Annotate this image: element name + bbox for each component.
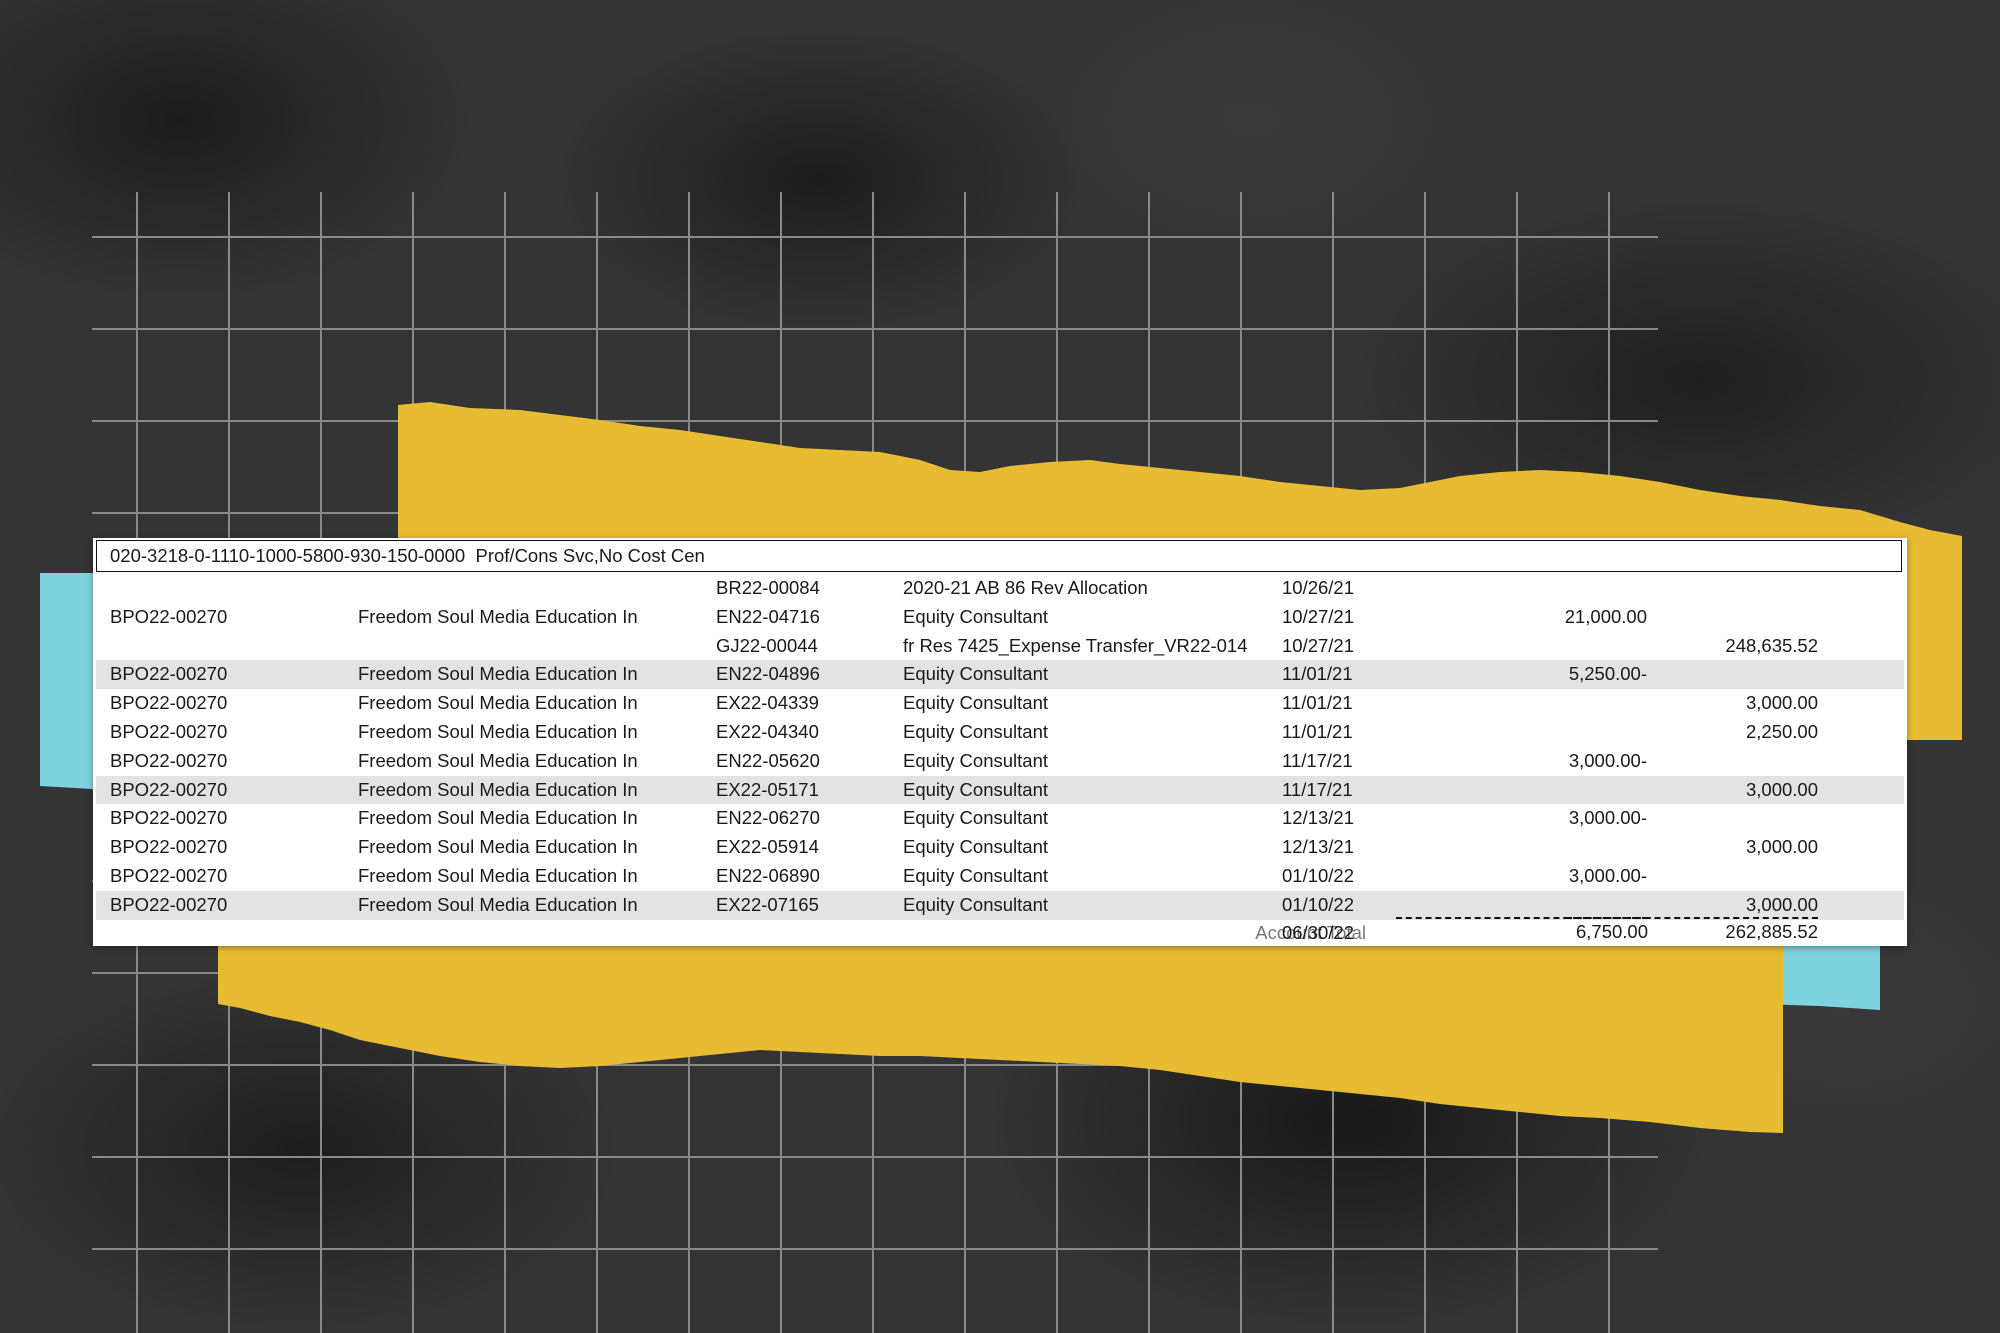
description: Equity Consultant: [903, 749, 1049, 771]
description: 2020-21 AB 86 Rev Allocation: [903, 577, 1148, 598]
reference-number: GJ22-00044: [716, 634, 818, 656]
po-number: BPO22-00270: [110, 605, 228, 627]
date: 11/01/21: [1282, 663, 1353, 685]
description: Equity Consultant: [903, 721, 1049, 742]
date: 10/26/21: [1282, 577, 1355, 598]
date: 11/01/21: [1282, 721, 1353, 742]
po-number: BPO22-00270: [110, 836, 228, 858]
table-row: BPO22-00270 Freedom Soul Media Education …: [96, 890, 1904, 920]
po-number: BPO22-00270: [110, 692, 228, 714]
vendor-name: Freedom Soul Media Education Initiative: [358, 836, 638, 858]
table-row: BPO22-00270 Freedom Soul Media Education …: [96, 804, 1904, 833]
account-total-date: 06/30/22: [1282, 922, 1355, 943]
account-description: Prof/Cons Svc,No Cost Cen: [475, 545, 705, 566]
date: 11/01/21: [1282, 692, 1353, 714]
date: 11/17/21: [1282, 778, 1353, 800]
reference-number: EX22-04340: [716, 721, 819, 742]
date: 12/13/21: [1282, 836, 1355, 858]
po-number: BPO22-00270: [110, 663, 228, 685]
debit-amount: 5,250.00-: [1568, 663, 1647, 685]
credit-amount: 3,000.00: [1745, 778, 1818, 800]
account-total-row: Account Total 06/30/22 6,750.00 262,885.…: [96, 917, 1904, 946]
po-number: BPO22-00270: [110, 778, 228, 800]
reference-number: EX22-04339: [716, 692, 819, 714]
po-number: BPO22-00270: [110, 749, 228, 771]
credit-amount: 3,000.00: [1745, 836, 1818, 858]
description: Equity Consultant: [903, 778, 1049, 800]
account-code: 020-3218-0-1110-1000-5800-930-150-0000: [110, 545, 466, 566]
reference-number: EN22-06270: [716, 807, 820, 829]
vendor-name: Freedom Soul Media Education Initiative: [358, 865, 638, 886]
date: 10/27/21: [1282, 634, 1355, 656]
ledger-table: 020-3218-0-1110-1000-5800-930-150-0000 P…: [93, 538, 1907, 946]
table-row: GJ22-00044 fr Res 7425_Expense Transfer_V…: [96, 632, 1904, 661]
description: Equity Consultant: [903, 605, 1049, 627]
vendor-name: Freedom Soul Media Education Initiative: [358, 692, 638, 714]
table-row: BPO22-00270 Freedom Soul Media Education …: [96, 775, 1904, 805]
credit-amount: 3,000.00: [1745, 692, 1818, 714]
vendor-name: Freedom Soul Media Education Initiative: [358, 605, 638, 627]
credit-amount: 3,000.00: [1745, 893, 1818, 915]
description: Equity Consultant: [903, 807, 1049, 829]
date: 11/17/21: [1282, 749, 1353, 771]
reference-number: EN22-04716: [716, 605, 820, 627]
description: Equity Consultant: [903, 692, 1049, 714]
table-row: BPO22-00270 Freedom Soul Media Education …: [96, 747, 1904, 776]
vendor-name: Freedom Soul Media Education Initiative: [358, 663, 638, 685]
table-row: BPO22-00270 Freedom Soul Media Education …: [96, 862, 1904, 891]
date: 01/10/22: [1282, 893, 1355, 915]
description: Equity Consultant: [903, 893, 1049, 915]
date: 10/27/21: [1282, 605, 1355, 627]
vendor-name: Freedom Soul Media Education Initiative: [358, 807, 638, 829]
reference-number: EN22-04896: [716, 663, 820, 685]
date: 01/10/22: [1282, 865, 1355, 886]
debit-amount: 3,000.00-: [1568, 865, 1647, 886]
table-row: BPO22-00270 Freedom Soul Media Education …: [96, 833, 1904, 862]
reference-number: BR22-00084: [716, 577, 820, 598]
credit-amount: 248,635.52: [1725, 634, 1818, 656]
description: Equity Consultant: [903, 663, 1049, 685]
table-row: BPO22-00270 Freedom Soul Media Education …: [96, 689, 1904, 718]
account-total-credit: 262,885.52: [1566, 917, 1818, 945]
debit-amount: 3,000.00-: [1568, 807, 1647, 829]
po-number: BPO22-00270: [110, 893, 228, 915]
yellow-strip-bottom: [218, 946, 1783, 1133]
po-number: BPO22-00270: [110, 865, 228, 886]
description: Equity Consultant: [903, 865, 1049, 886]
po-number: BPO22-00270: [110, 721, 228, 742]
date: 12/13/21: [1282, 807, 1355, 829]
reference-number: EN22-05620: [716, 749, 820, 771]
po-number: BPO22-00270: [110, 807, 228, 829]
reference-number: EX22-05914: [716, 836, 819, 858]
description: fr Res 7425_Expense Transfer_VR22-014: [903, 634, 1248, 656]
reference-number: EN22-06890: [716, 865, 820, 886]
vendor-name: Freedom Soul Media Education Initiative: [358, 778, 638, 800]
reference-number: EX22-05171: [716, 778, 819, 800]
vendor-name: Freedom Soul Media Education Initiative: [358, 749, 638, 771]
table-row: BPO22-00270 Freedom Soul Media Education …: [96, 660, 1904, 690]
debit-amount: 3,000.00-: [1568, 749, 1647, 771]
vendor-name: Freedom Soul Media Education Initiative: [358, 721, 638, 742]
description: Equity Consultant: [903, 836, 1049, 858]
table-row: BR22-00084 2020-21 AB 86 Rev Allocation 10…: [96, 574, 1904, 603]
account-header: 020-3218-0-1110-1000-5800-930-150-0000 P…: [96, 540, 1902, 572]
vendor-name: Freedom Soul Media Education Initiative: [358, 893, 638, 915]
debit-amount: 21,000.00: [1564, 605, 1647, 627]
table-row: BPO22-00270 Freedom Soul Media Education …: [96, 603, 1904, 632]
table-row: BPO22-00270 Freedom Soul Media Education …: [96, 718, 1904, 747]
reference-number: EX22-07165: [716, 893, 819, 915]
credit-amount: 2,250.00: [1745, 721, 1818, 742]
